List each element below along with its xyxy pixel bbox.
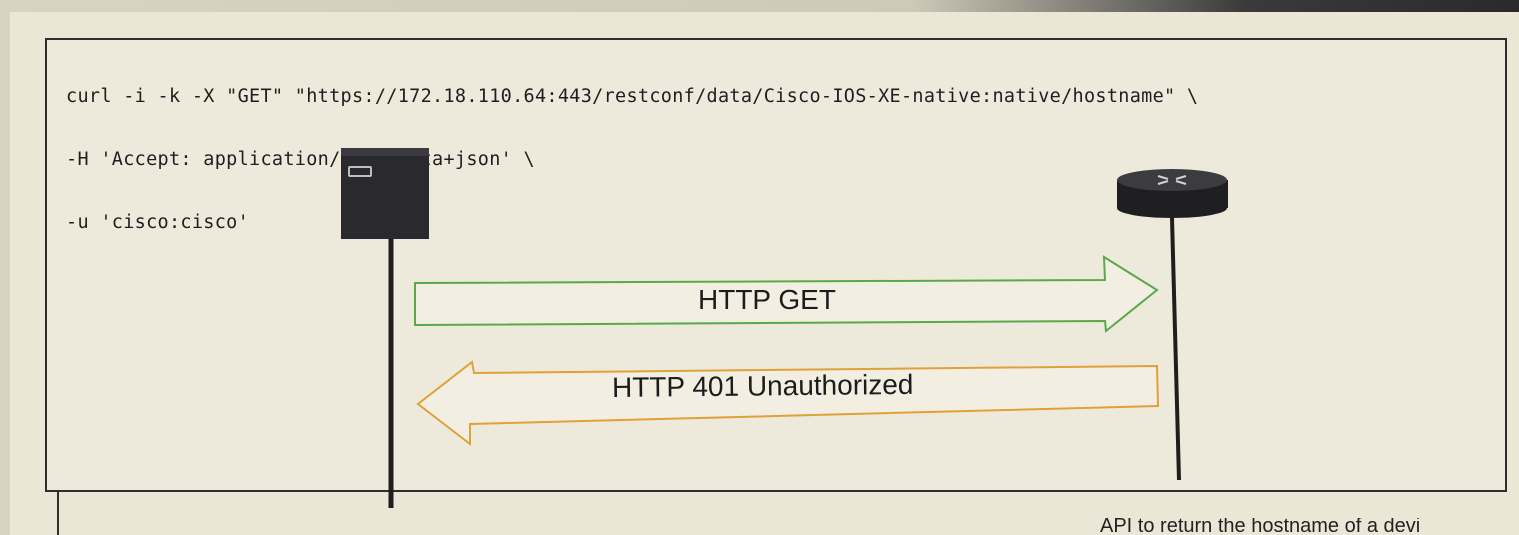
request-label: HTTP GET (698, 284, 836, 315)
question-text-fragment: API to return the hostname of a devi (1100, 518, 1421, 535)
device-lifeline (1170, 217, 1181, 481)
router-icon (1117, 169, 1228, 218)
server-icon (341, 148, 429, 239)
sequence-diagram (341, 148, 1228, 508)
response-label: HTTP 401 Unauthorized (611, 368, 914, 403)
